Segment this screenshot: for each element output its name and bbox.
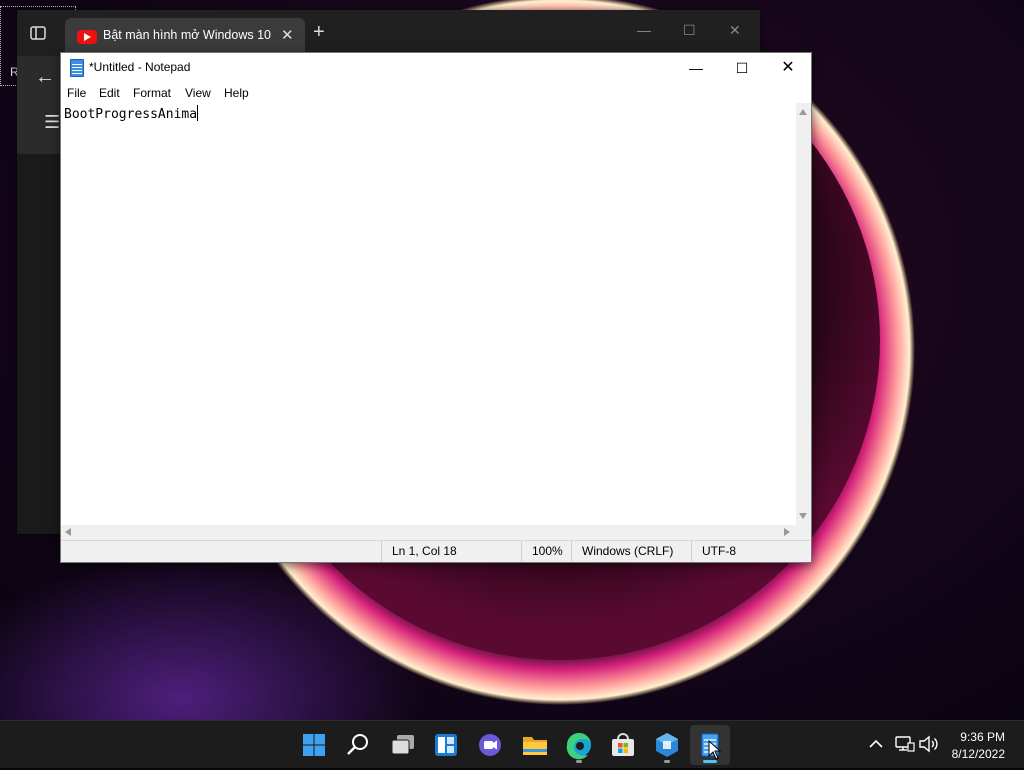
volume-icon (919, 735, 938, 753)
running-indicator (664, 760, 670, 763)
notepad-app-icon (70, 59, 84, 77)
task-view-icon (391, 735, 414, 755)
network-status[interactable] (893, 733, 915, 755)
close-button[interactable]: ✕ (765, 53, 811, 83)
chevron-up-icon (869, 739, 883, 748)
status-position: Ln 1, Col 18 (381, 541, 522, 562)
tab-actions-icon[interactable] (29, 24, 47, 42)
folder-icon (523, 737, 547, 755)
status-bar: Ln 1, Col 18 100% Windows (CRLF) UTF-8 (61, 540, 811, 562)
maximize-button[interactable]: ☐ (719, 53, 765, 83)
scroll-down-arrow-icon[interactable] (799, 513, 807, 519)
edge-button[interactable] (559, 725, 599, 765)
active-indicator (703, 760, 717, 763)
menu-format[interactable]: Format (133, 86, 171, 100)
hamburger-menu-icon[interactable]: ☰ (44, 112, 60, 133)
editor-content: BootProgressAnima (64, 105, 199, 122)
tab-close-icon[interactable]: ✕ (281, 26, 294, 44)
clock-time[interactable]: 9:36 PM (960, 730, 1005, 744)
show-hidden-icons-button[interactable] (868, 733, 884, 753)
scroll-up-arrow-icon[interactable] (799, 109, 807, 115)
window-title: *Untitled - Notepad (89, 60, 191, 74)
browser-tab[interactable]: Bật màn hình mở Windows 10X ✕ (65, 18, 305, 56)
minimize-button[interactable]: — (673, 53, 719, 83)
back-arrow-icon[interactable]: ← (35, 66, 55, 89)
vertical-scrollbar[interactable] (796, 103, 811, 525)
youtube-icon (77, 30, 97, 44)
mouse-pointer-icon (708, 740, 722, 760)
task-view-button[interactable] (383, 725, 423, 765)
tab-title: Bật màn hình mở Windows 10X (103, 28, 271, 42)
windows-logo-icon (303, 734, 325, 756)
edge-icon (566, 733, 591, 760)
teams-chat-icon (479, 734, 501, 756)
clock-date[interactable]: 8/12/2022 (952, 747, 1005, 761)
notepad-titlebar[interactable]: *Untitled - Notepad — ☐ ✕ (61, 53, 811, 83)
scrollbar-corner (796, 525, 811, 540)
new-tab-button[interactable]: + (313, 22, 325, 42)
volume-control[interactable] (918, 733, 940, 755)
search-icon (347, 734, 368, 755)
store-button[interactable] (603, 725, 643, 765)
browser-minimize-button[interactable]: — (637, 22, 651, 38)
menu-edit[interactable]: Edit (99, 86, 120, 100)
dev-tool-button[interactable] (647, 725, 687, 765)
status-line-ending: Windows (CRLF) (571, 541, 682, 562)
status-zoom: 100% (521, 541, 572, 562)
store-icon (612, 733, 634, 756)
running-indicator (576, 760, 582, 763)
status-encoding: UTF-8 (691, 541, 802, 562)
editor-text: BootProgressAnima (64, 107, 198, 122)
menu-bar: File Edit Format View Help (61, 83, 811, 103)
scroll-left-arrow-icon[interactable] (65, 528, 71, 536)
menu-help[interactable]: Help (224, 86, 249, 100)
menu-view[interactable]: View (185, 86, 211, 100)
browser-close-button[interactable]: ✕ (729, 22, 741, 39)
browser-tab-bar: Bật màn hình mở Windows 10X ✕ + — ☐ ✕ (17, 10, 760, 56)
widgets-icon (435, 734, 457, 756)
widgets-button[interactable] (426, 725, 466, 765)
horizontal-scrollbar[interactable] (61, 525, 796, 540)
chat-button[interactable] (470, 725, 510, 765)
scroll-right-arrow-icon[interactable] (784, 528, 790, 536)
notepad-window[interactable]: *Untitled - Notepad — ☐ ✕ File Edit Form… (60, 52, 812, 563)
network-icon (895, 736, 915, 752)
search-button[interactable] (338, 725, 378, 765)
browser-maximize-button[interactable]: ☐ (683, 22, 696, 39)
start-button[interactable] (294, 725, 334, 765)
browser-sidebar: ☰ (17, 100, 61, 154)
menu-file[interactable]: File (67, 86, 86, 100)
text-editor-area[interactable]: BootProgressAnima (61, 103, 796, 525)
text-caret (197, 105, 199, 121)
dev-tool-icon (656, 733, 678, 757)
file-explorer-button[interactable] (515, 725, 555, 765)
taskbar: 9:36 PM 8/12/2022 (0, 720, 1024, 768)
